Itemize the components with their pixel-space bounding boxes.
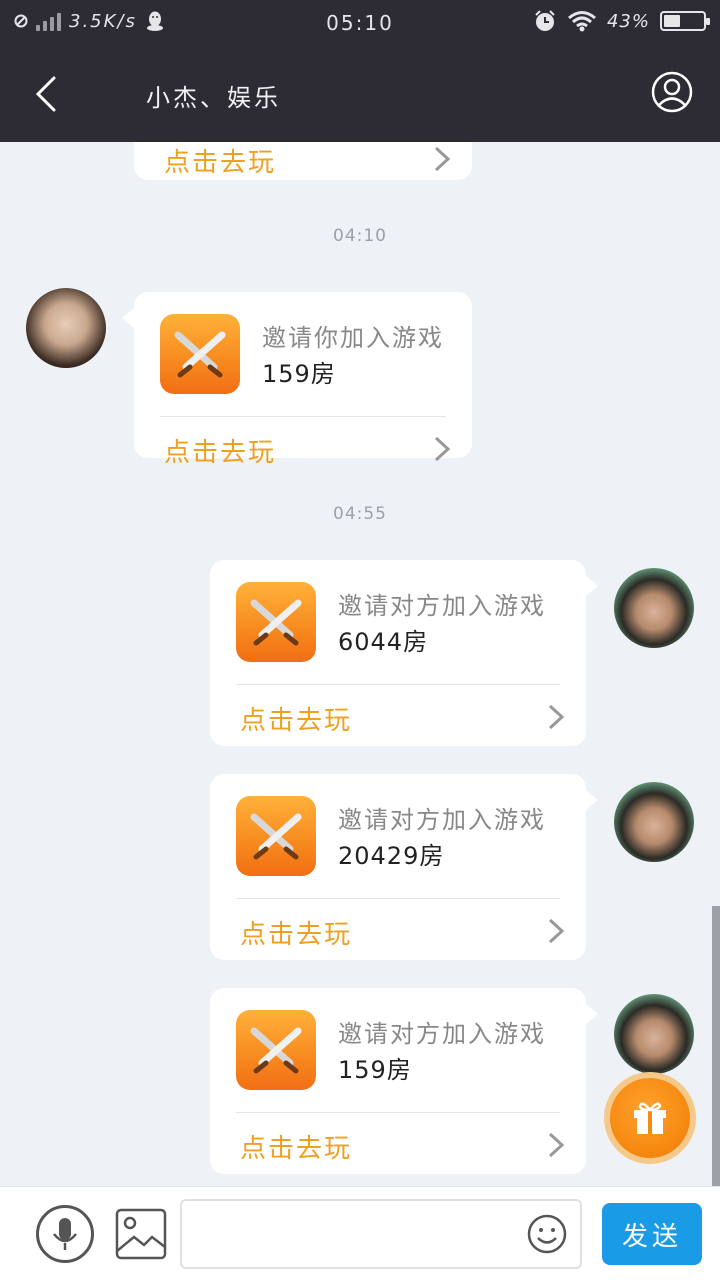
chevron-right-icon[interactable] bbox=[546, 1130, 566, 1160]
chevron-right-icon[interactable] bbox=[432, 434, 452, 464]
emoji-icon[interactable] bbox=[526, 1213, 568, 1255]
microphone-icon bbox=[53, 1218, 77, 1250]
play-link[interactable]: 点击去玩 bbox=[240, 1128, 352, 1165]
image-icon[interactable] bbox=[114, 1207, 168, 1261]
input-bar: 发送 bbox=[0, 1186, 720, 1280]
battery-percent: 43% bbox=[606, 10, 650, 32]
divider bbox=[236, 898, 560, 899]
game-invite-card[interactable]: 邀请你加入游戏 159房 点击去玩 bbox=[122, 292, 472, 468]
room-number: 159房 bbox=[262, 360, 336, 388]
play-link[interactable]: 点击去玩 bbox=[240, 914, 352, 951]
invite-text: 邀请对方加入游戏 bbox=[338, 592, 546, 620]
crossed-swords-icon bbox=[236, 796, 316, 876]
play-link[interactable]: 点击去玩 bbox=[164, 432, 276, 469]
message-timestamp: 04:10 bbox=[333, 226, 387, 246]
room-number: 159房 bbox=[338, 1056, 412, 1084]
voice-button[interactable] bbox=[36, 1205, 94, 1263]
game-invite-card[interactable]: 点击去玩 bbox=[134, 142, 472, 180]
chevron-right-icon[interactable] bbox=[546, 702, 566, 732]
avatar[interactable] bbox=[614, 568, 694, 648]
play-link[interactable]: 点击去玩 bbox=[240, 700, 352, 737]
game-invite-card[interactable]: 邀请对方加入游戏 6044房 点击去玩 bbox=[210, 560, 598, 746]
nav-bar: 小杰、娱乐 bbox=[0, 44, 720, 142]
gift-icon bbox=[634, 1102, 666, 1134]
crossed-swords-icon bbox=[236, 582, 316, 662]
chevron-right-icon[interactable] bbox=[432, 144, 452, 174]
play-link[interactable]: 点击去玩 bbox=[164, 142, 276, 179]
battery-icon bbox=[660, 11, 710, 31]
crossed-swords-icon bbox=[160, 314, 240, 394]
invite-text: 邀请你加入游戏 bbox=[262, 324, 444, 352]
invite-text: 邀请对方加入游戏 bbox=[338, 806, 546, 834]
user-profile-icon[interactable] bbox=[650, 70, 694, 114]
avatar[interactable] bbox=[614, 782, 694, 862]
divider bbox=[160, 416, 446, 417]
page-title: 小杰、娱乐 bbox=[146, 84, 281, 112]
scrollbar[interactable] bbox=[712, 906, 720, 1186]
avatar[interactable] bbox=[26, 288, 106, 368]
alarm-icon bbox=[535, 10, 555, 31]
divider bbox=[236, 684, 560, 685]
back-arrow-icon[interactable] bbox=[30, 72, 62, 116]
chevron-right-icon[interactable] bbox=[546, 916, 566, 946]
room-number: 6044房 bbox=[338, 628, 429, 656]
status-bar: 3.5K/s 05:10 43% bbox=[0, 0, 720, 44]
send-button[interactable]: 发送 bbox=[602, 1203, 702, 1265]
game-invite-card[interactable]: 邀请对方加入游戏 159房 点击去玩 bbox=[210, 988, 598, 1174]
top-bar: 3.5K/s 05:10 43% 小杰、娱乐 bbox=[0, 0, 720, 142]
chat-area[interactable]: 点击去玩 04:10 邀请你加入游戏 159房 点击去玩 04:55 邀请对方加… bbox=[0, 142, 720, 1186]
message-timestamp: 04:55 bbox=[333, 504, 387, 524]
gift-button[interactable] bbox=[604, 1072, 696, 1164]
crossed-swords-icon bbox=[236, 1010, 316, 1090]
invite-text: 邀请对方加入游戏 bbox=[338, 1020, 546, 1048]
divider bbox=[236, 1112, 560, 1113]
avatar[interactable] bbox=[614, 994, 694, 1074]
message-input[interactable] bbox=[180, 1199, 582, 1269]
room-number: 20429房 bbox=[338, 842, 445, 870]
game-invite-card[interactable]: 邀请对方加入游戏 20429房 点击去玩 bbox=[210, 774, 598, 960]
wifi-icon bbox=[568, 11, 596, 32]
